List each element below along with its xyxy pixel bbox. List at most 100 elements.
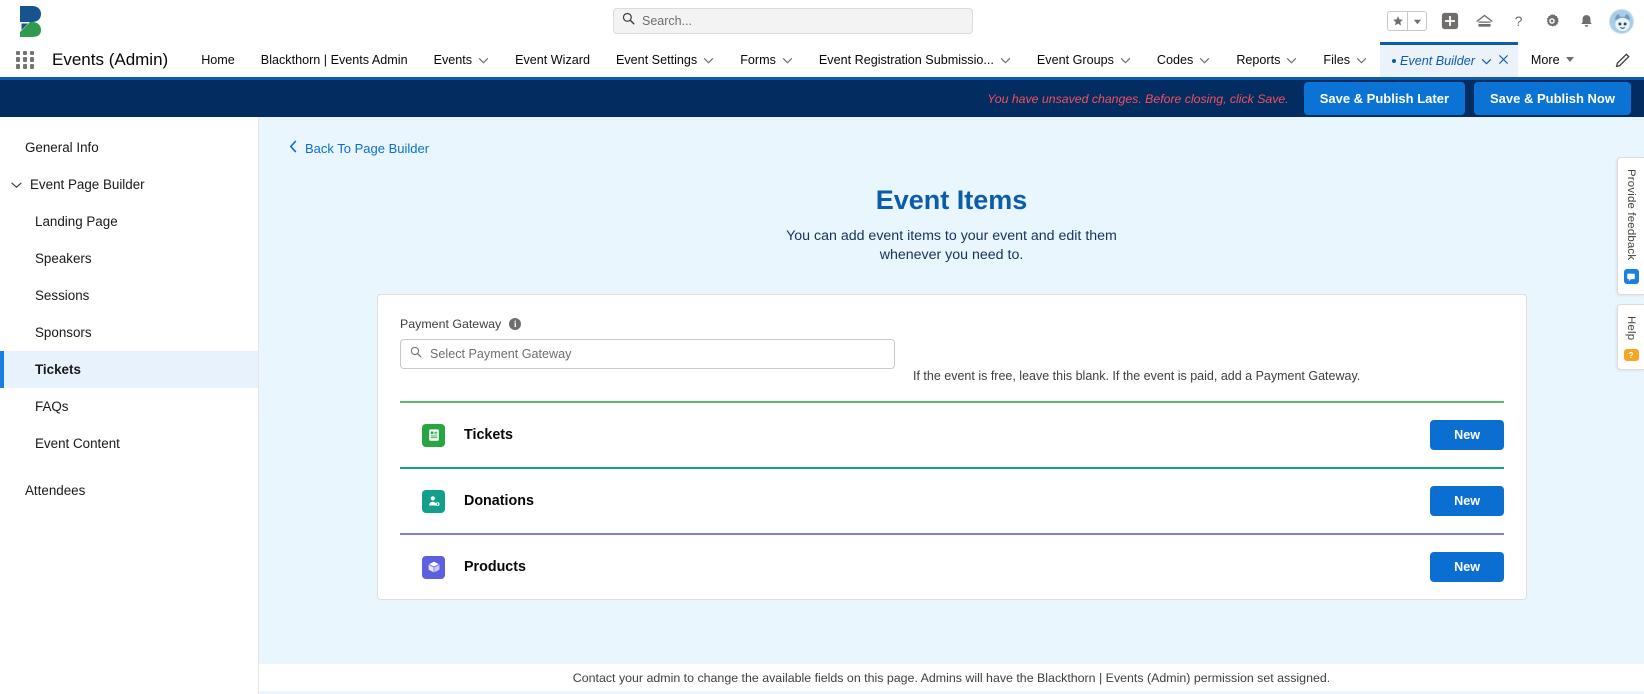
- chevron-down-icon: [1000, 53, 1011, 67]
- item-label-donations: Donations: [464, 493, 534, 509]
- page-title: Event Items: [875, 185, 1028, 215]
- new-ticket-button[interactable]: New: [1430, 420, 1504, 450]
- chevron-down-icon: [1286, 53, 1297, 67]
- favorites-group[interactable]: [1387, 11, 1427, 31]
- nav-item-event-builder[interactable]: Event Builder: [1380, 42, 1518, 77]
- nav-item-events[interactable]: Events: [421, 42, 503, 77]
- nav-item-home[interactable]: Home: [188, 42, 248, 77]
- app-name: Events (Admin): [52, 49, 169, 69]
- sidebar-item-landing-page[interactable]: Landing Page: [0, 203, 258, 240]
- close-icon[interactable]: [1498, 54, 1509, 68]
- item-label-products: Products: [464, 559, 526, 575]
- nav-item-files[interactable]: Files: [1310, 42, 1380, 77]
- nav-item-reports[interactable]: Reports: [1223, 42, 1310, 77]
- pencil-edit-icon[interactable]: [1615, 51, 1632, 73]
- event-builder-sidebar: General Info Event Page Builder Landing …: [0, 117, 259, 694]
- sidebar-item-label: Attendees: [25, 483, 86, 498]
- sidebar-item-label: General Info: [25, 140, 99, 155]
- event-item-rows: Tickets New Donations New Products New: [378, 401, 1526, 599]
- new-product-button[interactable]: New: [1430, 552, 1504, 582]
- chevron-down-icon: [1199, 53, 1210, 67]
- nav-item-event-registration-submissions[interactable]: Event Registration Submissio...: [806, 42, 1024, 77]
- sidebar-item-sessions[interactable]: Sessions: [0, 277, 258, 314]
- nav-item-forms[interactable]: Forms: [727, 42, 806, 77]
- nav-label: Events: [433, 52, 473, 67]
- nav-label: Reports: [1236, 52, 1281, 67]
- global-header-icons: ?: [1387, 0, 1634, 42]
- setup-gear-icon[interactable]: [1541, 10, 1563, 32]
- sidebar-item-faqs[interactable]: FAQs: [0, 388, 258, 425]
- save-publish-now-button[interactable]: Save & Publish Now: [1474, 82, 1631, 115]
- sidebar-item-label: Sponsors: [35, 325, 92, 340]
- new-donation-button[interactable]: New: [1430, 486, 1504, 516]
- nav-label: More: [1530, 52, 1560, 67]
- unsaved-changes-message: You have unsaved changes. Before closing…: [987, 91, 1289, 106]
- sidebar-item-speakers[interactable]: Speakers: [0, 240, 258, 277]
- nav-label: Event Groups: [1036, 52, 1114, 67]
- nav-item-event-wizard[interactable]: Event Wizard: [502, 42, 603, 77]
- notifications-bell-icon[interactable]: [1575, 10, 1597, 32]
- favorites-star-icon[interactable]: [1388, 12, 1407, 30]
- nav-items: Home Blackthorn | Events Admin Events Ev…: [188, 42, 1586, 77]
- payment-gateway-input[interactable]: [430, 347, 885, 361]
- nav-item-more[interactable]: More: [1518, 42, 1587, 77]
- body-wrapper: General Info Event Page Builder Landing …: [0, 117, 1644, 694]
- search-icon: [410, 345, 422, 363]
- nav-item-blackthorn-events-admin[interactable]: Blackthorn | Events Admin: [248, 42, 421, 77]
- add-quick-action-icon[interactable]: [1439, 10, 1461, 32]
- search-input[interactable]: [642, 14, 964, 28]
- global-search[interactable]: [613, 8, 973, 34]
- provide-feedback-tab[interactable]: Provide feedback: [1617, 157, 1644, 295]
- sidebar-item-label: Event Page Builder: [30, 177, 145, 192]
- blackthorn-logo[interactable]: [12, 2, 50, 40]
- main-content: Back To Page Builder Event Items You can…: [259, 117, 1644, 694]
- sidebar-item-attendees[interactable]: Attendees: [0, 472, 258, 509]
- sidebar-item-tickets[interactable]: Tickets: [0, 351, 258, 388]
- right-rail: Provide feedback Help ?: [1617, 157, 1644, 370]
- info-icon[interactable]: i: [509, 318, 522, 330]
- payment-gateway-input-wrap[interactable]: [400, 339, 895, 369]
- svg-text:?: ?: [1629, 351, 1634, 360]
- payment-gateway-label: Payment Gateway: [400, 317, 502, 331]
- help-tab[interactable]: Help ?: [1617, 304, 1644, 370]
- back-link-label: Back To Page Builder: [305, 140, 430, 156]
- sidebar-item-label: Sessions: [35, 288, 90, 303]
- product-box-icon: [422, 555, 445, 579]
- sidebar-item-label: Event Content: [35, 436, 120, 451]
- item-row-products: Products New: [400, 533, 1504, 599]
- favorites-dropdown-icon[interactable]: [1407, 12, 1426, 30]
- nav-label: Files: [1323, 52, 1351, 67]
- nav-item-codes[interactable]: Codes: [1144, 42, 1223, 77]
- nav-label: Event Builder: [1400, 54, 1475, 68]
- sidebar-item-sponsors[interactable]: Sponsors: [0, 314, 258, 351]
- help-badge-icon: ?: [1623, 349, 1639, 361]
- ticket-document-icon: [422, 423, 445, 447]
- nav-item-event-groups[interactable]: Event Groups: [1024, 42, 1144, 77]
- chevron-down-icon: [10, 177, 23, 192]
- nav-label: Event Settings: [615, 52, 698, 67]
- chevron-down-icon[interactable]: [1481, 54, 1492, 68]
- item-row-donations: Donations New: [400, 467, 1504, 533]
- payment-gateway-label-row: Payment Gateway i: [400, 317, 895, 331]
- unsaved-changes-banner: You have unsaved changes. Before closing…: [0, 80, 1644, 117]
- payment-gateway-section: Payment Gateway i If the event is f: [378, 295, 1526, 401]
- chevron-down-icon: [478, 53, 489, 67]
- sidebar-item-general-info[interactable]: General Info: [0, 129, 258, 166]
- app-launcher-home-icon[interactable]: [1473, 10, 1495, 32]
- nav-item-event-settings[interactable]: Event Settings: [603, 42, 727, 77]
- back-to-page-builder-link[interactable]: Back To Page Builder: [289, 140, 429, 156]
- user-avatar[interactable]: [1609, 8, 1634, 34]
- chevron-down-icon: [1356, 53, 1367, 67]
- sidebar-item-event-content[interactable]: Event Content: [0, 425, 258, 462]
- sidebar-item-event-page-builder[interactable]: Event Page Builder: [0, 166, 258, 203]
- item-row-tickets: Tickets New: [400, 401, 1504, 467]
- app-launcher-icon[interactable]: [14, 49, 36, 71]
- save-publish-later-button[interactable]: Save & Publish Later: [1303, 82, 1466, 115]
- help-icon[interactable]: ?: [1507, 10, 1529, 32]
- nav-label: Home: [201, 52, 235, 67]
- chevron-down-icon: [1120, 53, 1131, 67]
- caret-down-icon: [1565, 57, 1574, 62]
- sidebar-item-label: Landing Page: [35, 214, 118, 229]
- nav-label: Blackthorn | Events Admin: [260, 52, 408, 67]
